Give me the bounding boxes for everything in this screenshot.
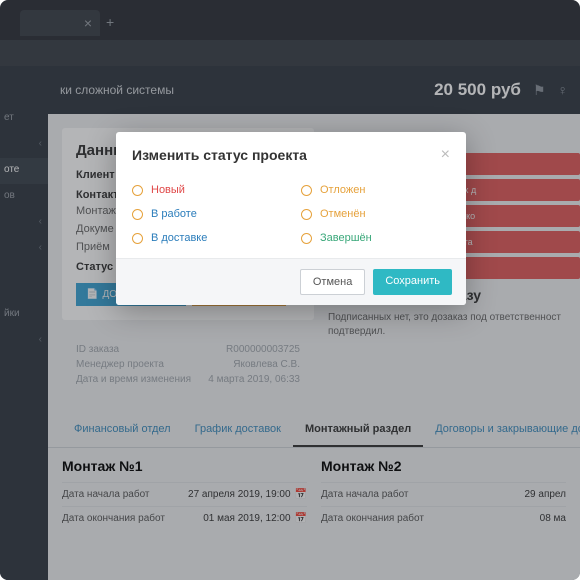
status-option-postponed[interactable]: Отложен: [301, 184, 450, 196]
cancel-button[interactable]: Отмена: [300, 269, 365, 295]
status-option-cancelled[interactable]: Отменён: [301, 208, 450, 220]
save-button[interactable]: Сохранить: [373, 269, 452, 295]
close-icon[interactable]: ×: [441, 146, 450, 164]
status-option-done[interactable]: Завершён: [301, 232, 450, 244]
status-modal: Изменить статус проекта × Новый В работе…: [116, 132, 466, 305]
status-option-in-delivery[interactable]: В доставке: [132, 232, 281, 244]
status-option-in-work[interactable]: В работе: [132, 208, 281, 220]
status-option-new[interactable]: Новый: [132, 184, 281, 196]
modal-title: Изменить статус проекта: [132, 147, 307, 163]
